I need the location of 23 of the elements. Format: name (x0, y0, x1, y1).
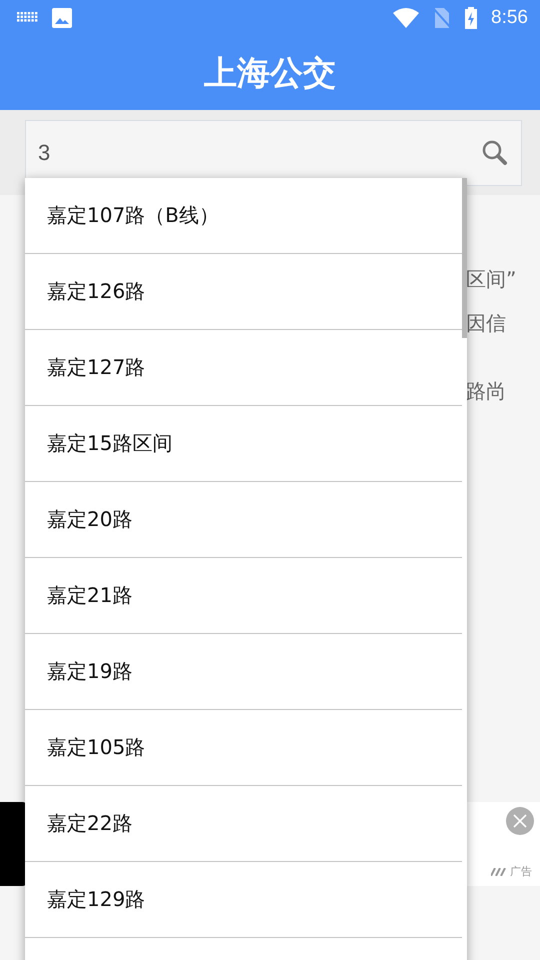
suggestion-item[interactable]: 嘉定21路 (25, 558, 462, 634)
status-time: 8:56 (491, 7, 528, 29)
suggestion-item[interactable]: 嘉定127路 (25, 330, 462, 406)
suggestion-item[interactable]: 嘉定129路 (25, 862, 462, 938)
suggestion-item[interactable]: 嘉定19路 (25, 634, 462, 710)
suggestion-item[interactable]: 嘉定105路 (25, 710, 462, 786)
wifi-icon (393, 8, 420, 28)
no-sim-icon (433, 8, 452, 28)
ad-label: 广告 (510, 864, 532, 879)
image-icon (52, 8, 72, 28)
scrollbar[interactable] (462, 178, 467, 338)
text-fragment: 路尚 (466, 378, 506, 405)
suggestion-item[interactable]: 嘉定15路区间 (25, 406, 462, 482)
ad-mark-icon (491, 868, 507, 876)
suggestion-item[interactable]: 嘉定22路 (25, 786, 462, 862)
text-fragment: 因信 (466, 310, 506, 337)
battery-icon (465, 7, 478, 29)
search-icon[interactable] (482, 140, 508, 166)
close-button[interactable] (506, 807, 534, 835)
suggestion-item[interactable]: 嘉定20路 (25, 482, 462, 558)
close-icon[interactable] (513, 814, 527, 828)
app-title: 上海公交 (204, 52, 336, 94)
text-fragment: 区间” (466, 266, 516, 293)
